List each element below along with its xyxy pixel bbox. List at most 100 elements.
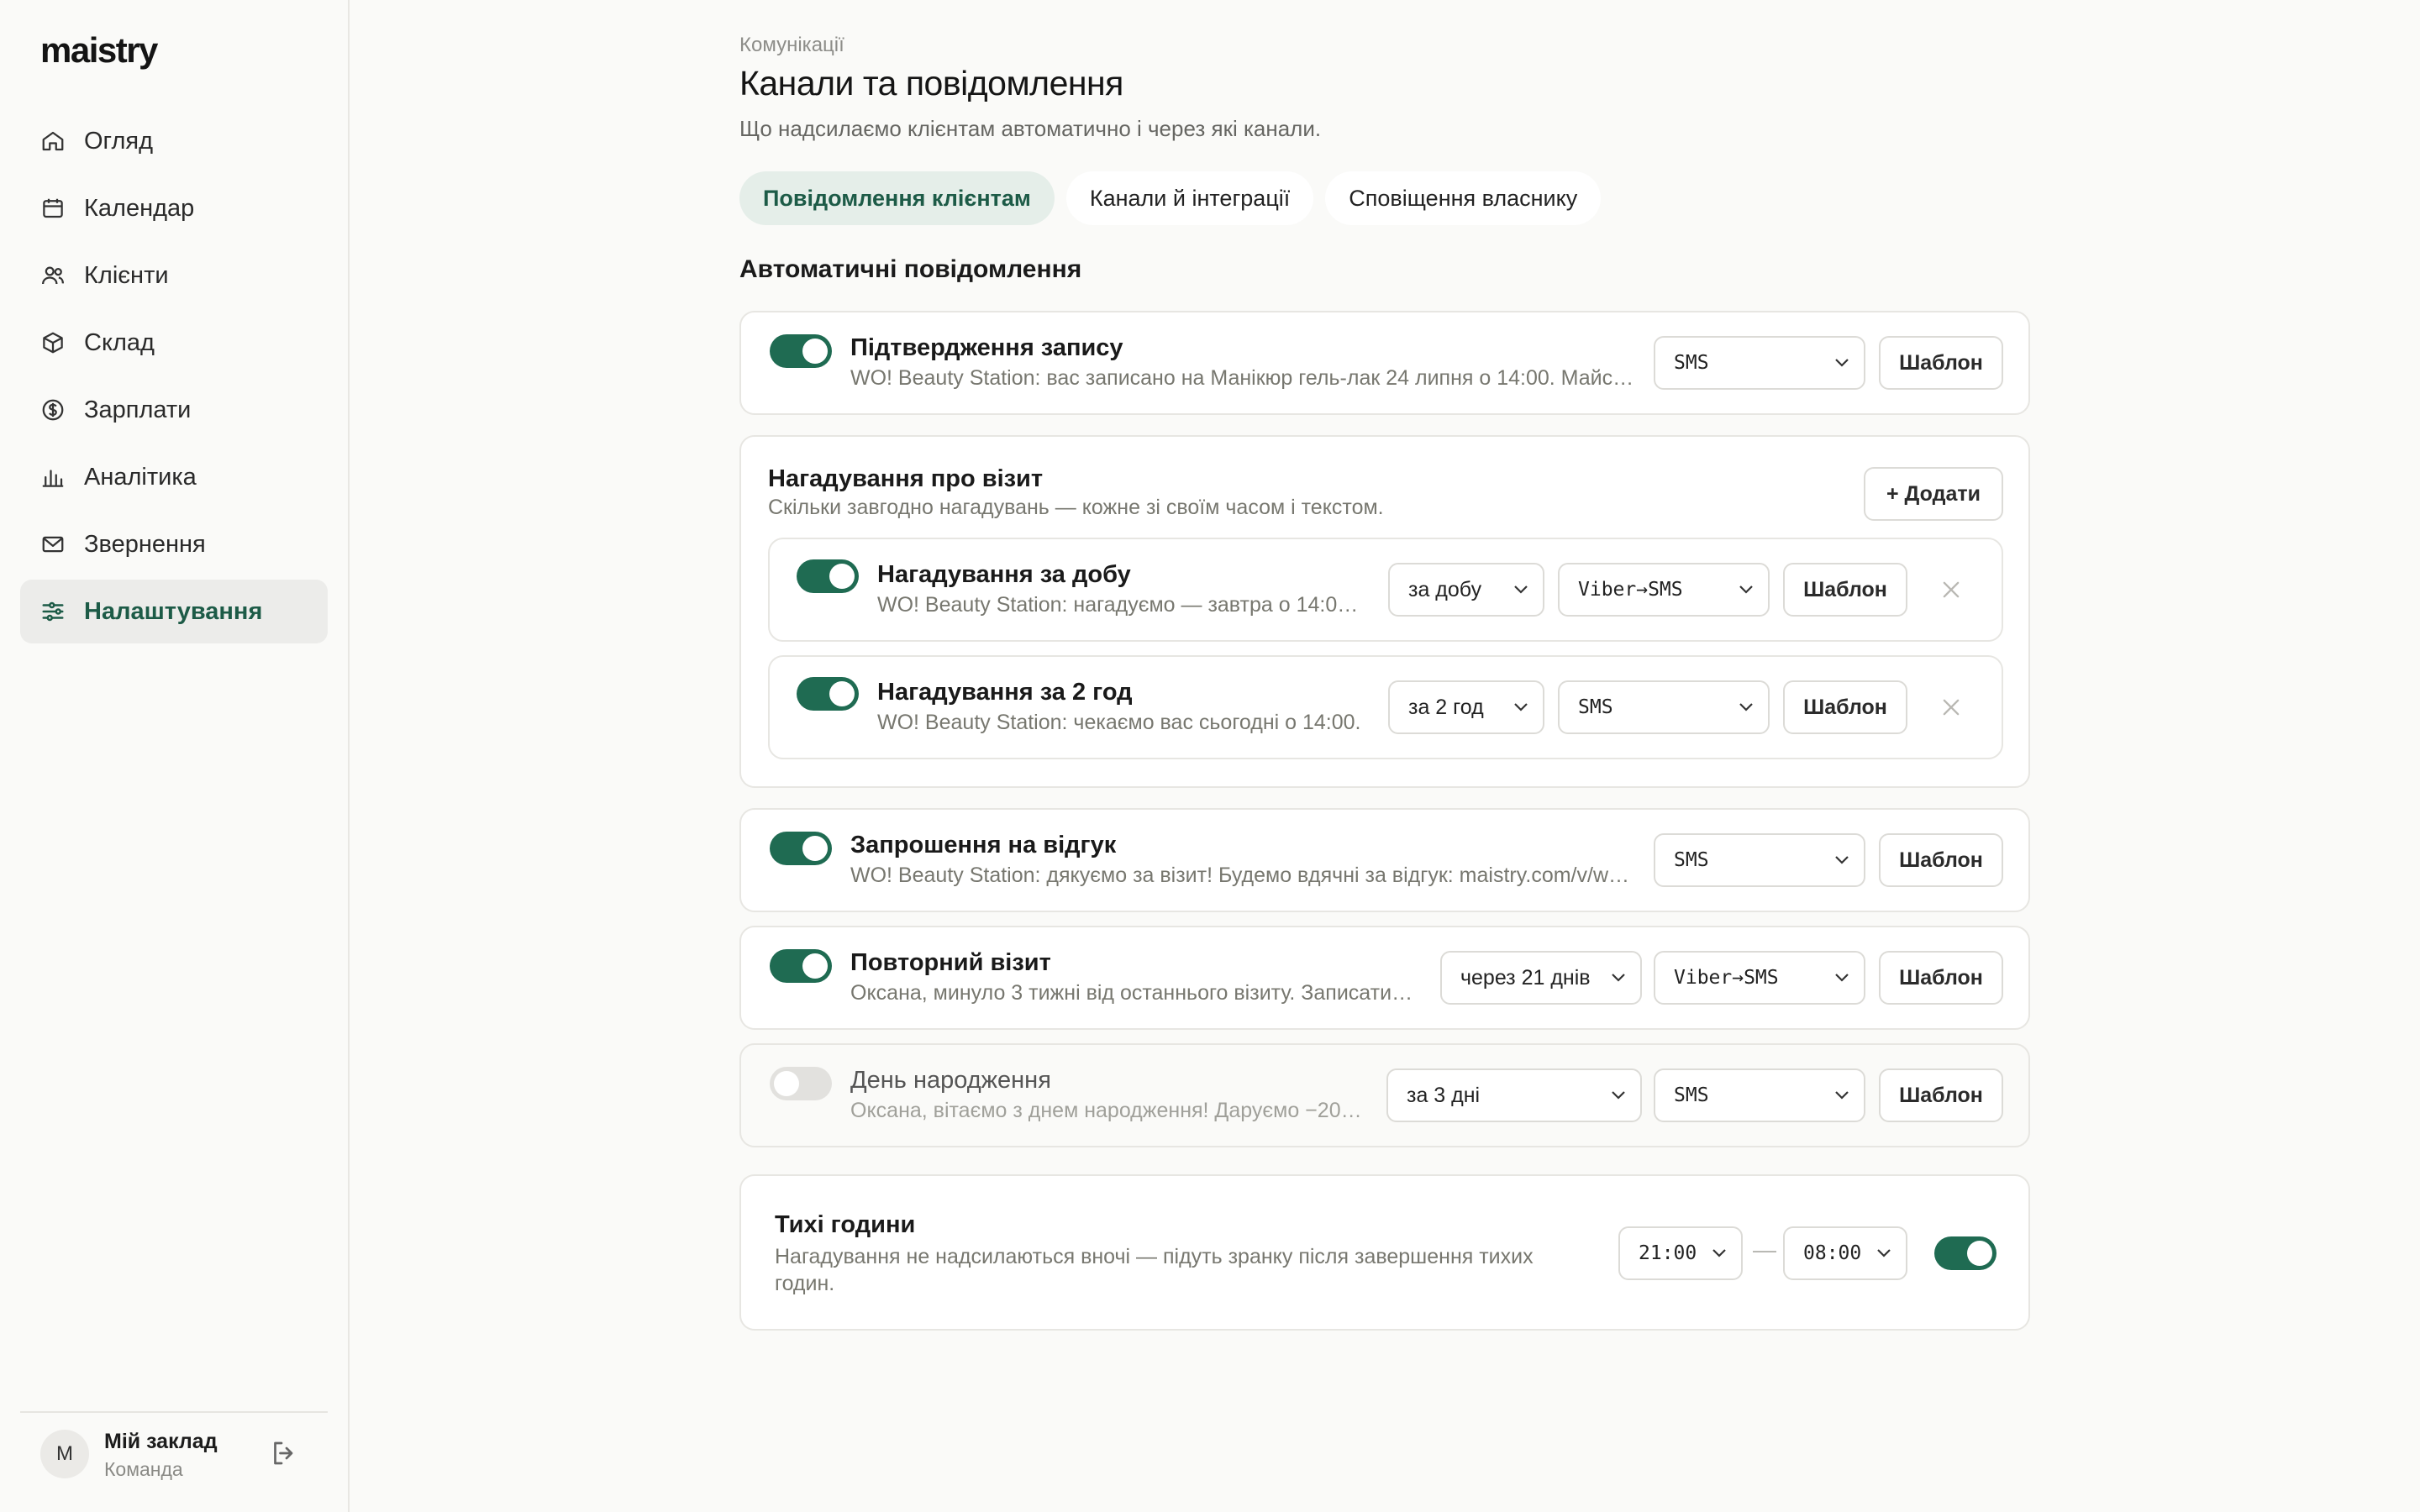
chevron-down-icon <box>1739 585 1753 594</box>
chevron-down-icon <box>1514 703 1528 711</box>
birthday-card: День народження Оксана, вітаємо з днем н… <box>739 1043 2030 1147</box>
home-icon <box>42 131 64 151</box>
confirmation-template-button[interactable]: Шаблон <box>1879 336 2003 390</box>
add-reminder-button[interactable]: + Додати <box>1864 467 2003 521</box>
confirmation-preview: WO! Beauty Station: вас записано на Мані… <box>850 366 1640 390</box>
chevron-down-icon <box>1612 974 1625 982</box>
chevron-down-icon <box>1712 1249 1726 1257</box>
reminder-2h-toggle[interactable] <box>797 677 859 711</box>
reminder-2h-template-button[interactable]: Шаблон <box>1783 680 1907 734</box>
sidebar-nav: Огляд Календар Клієнти Склад Зарплати Ан… <box>20 109 328 647</box>
quiet-hours-card: Тихі години Нагадування не надсилаються … <box>739 1174 2030 1331</box>
select-value: за 3 дні <box>1407 1083 1481 1107</box>
chevron-down-icon <box>1514 585 1528 594</box>
box-icon <box>43 332 63 354</box>
tab-client-messages[interactable]: Повідомлення клієнтам <box>739 171 1055 225</box>
select-value: SMS <box>1674 1084 1709 1106</box>
birthday-preview: Оксана, вітаємо з днем народження! Дарує… <box>850 1099 1363 1122</box>
reminder-day-toggle[interactable] <box>797 559 859 593</box>
reminder-day-timing-select[interactable]: за добу <box>1388 563 1544 617</box>
select-value: за добу <box>1408 577 1482 601</box>
close-icon[interactable] <box>1939 696 1963 719</box>
time-range-separator: — <box>1753 1236 1776 1263</box>
chevron-down-icon <box>1835 856 1849 864</box>
confirmation-title: Підтвердження запису <box>850 334 1123 361</box>
confirmation-card: Підтвердження запису WO! Beauty Station:… <box>739 311 2030 415</box>
sidebar: maistry Огляд Календар Клієнти Склад Зар… <box>0 0 350 1512</box>
birthday-channel-select[interactable]: SMS <box>1654 1068 1865 1122</box>
reminder-day-template-button[interactable]: Шаблон <box>1783 563 1907 617</box>
sidebar-item-settings[interactable]: Налаштування <box>20 580 328 643</box>
birthday-timing-select[interactable]: за 3 дні <box>1386 1068 1642 1122</box>
repeat-visit-timing-select[interactable]: через 21 днів <box>1440 951 1642 1005</box>
reminder-day-card: Нагадування за добу WO! Beauty Station: … <box>768 538 2003 642</box>
section-title: Автоматичні повідомлення <box>739 255 1082 283</box>
chevron-down-icon <box>1739 703 1753 711</box>
confirmation-toggle[interactable] <box>770 334 832 368</box>
calendar-icon <box>43 198 63 218</box>
quiet-hours-to-select[interactable]: 08:00 <box>1783 1226 1907 1280</box>
sidebar-item-label: Звернення <box>84 530 206 558</box>
account-name[interactable]: Мій заклад <box>104 1430 218 1454</box>
select-value: 21:00 <box>1639 1242 1697 1264</box>
sidebar-item-analytics[interactable]: Аналітика <box>20 445 328 509</box>
sliders-icon <box>42 601 64 622</box>
repeat-visit-title: Повторний візит <box>850 949 1051 976</box>
sidebar-item-label: Календар <box>84 194 195 222</box>
logout-icon[interactable] <box>269 1438 299 1468</box>
confirmation-channel-select[interactable]: SMS <box>1654 336 1865 390</box>
repeat-visit-card: Повторний візит Оксана, минуло 3 тижні в… <box>739 926 2030 1030</box>
birthday-title: День народження <box>850 1067 1051 1094</box>
repeat-visit-toggle[interactable] <box>770 949 832 983</box>
sidebar-item-overview[interactable]: Огляд <box>20 109 328 173</box>
select-value: за 2 год <box>1408 695 1484 719</box>
reminders-title: Нагадування про візит <box>768 465 1044 492</box>
sidebar-item-label: Склад <box>84 328 155 356</box>
reminder-2h-card: Нагадування за 2 год WO! Beauty Station:… <box>768 655 2003 759</box>
repeat-visit-template-button[interactable]: Шаблон <box>1879 951 2003 1005</box>
tab-bar: Повідомлення клієнтам Канали й інтеграці… <box>739 171 1602 225</box>
close-icon[interactable] <box>1939 578 1963 601</box>
chart-icon <box>42 470 64 487</box>
select-value: SMS <box>1674 352 1709 374</box>
page-title: Канали та повідомлення <box>739 64 1123 102</box>
quiet-hours-from-select[interactable]: 21:00 <box>1618 1226 1743 1280</box>
quiet-hours-toggle[interactable] <box>1934 1236 1996 1270</box>
chevron-down-icon <box>1835 359 1849 367</box>
tab-channels-integrations[interactable]: Канали й інтеграції <box>1065 171 1314 225</box>
chevron-down-icon <box>1877 1249 1891 1257</box>
sidebar-item-label: Огляд <box>84 127 154 155</box>
reminder-day-preview: WO! Beauty Station: нагадуємо — завтра о… <box>877 593 1361 617</box>
select-value: Viber→SMS <box>1674 967 1779 989</box>
sidebar-item-label: Клієнти <box>84 261 169 289</box>
avatar[interactable]: М <box>40 1430 89 1478</box>
sidebar-item-calendar[interactable]: Календар <box>20 176 328 240</box>
review-toggle[interactable] <box>770 832 832 865</box>
select-value: через 21 днів <box>1460 965 1591 990</box>
account-panel: М Мій заклад Команда <box>20 1411 328 1495</box>
review-channel-select[interactable]: SMS <box>1654 833 1865 887</box>
tab-owner-notifications[interactable]: Сповіщення власнику <box>1325 171 1602 225</box>
sidebar-item-warehouse[interactable]: Склад <box>20 311 328 375</box>
select-value: SMS <box>1674 849 1709 871</box>
quiet-hours-description: Нагадування не надсилаються вночі — піду… <box>775 1245 1534 1295</box>
review-template-button[interactable]: Шаблон <box>1879 833 2003 887</box>
reminder-2h-channel-select[interactable]: SMS <box>1558 680 1770 734</box>
repeat-visit-channel-select[interactable]: Viber→SMS <box>1654 951 1865 1005</box>
select-value: SMS <box>1578 696 1613 718</box>
sidebar-item-requests[interactable]: Звернення <box>20 512 328 576</box>
account-role: Команда <box>104 1458 183 1480</box>
reminder-2h-title: Нагадування за 2 год <box>877 679 1133 706</box>
quiet-hours-title: Тихі години <box>775 1211 916 1238</box>
birthday-toggle[interactable] <box>770 1067 832 1100</box>
select-value: Viber→SMS <box>1578 579 1683 601</box>
users-icon <box>42 266 64 285</box>
birthday-template-button[interactable]: Шаблон <box>1879 1068 2003 1122</box>
breadcrumb[interactable]: Комунікації <box>739 34 844 57</box>
sidebar-item-clients[interactable]: Клієнти <box>20 244 328 307</box>
sidebar-item-label: Зарплати <box>84 396 192 423</box>
reminder-day-channel-select[interactable]: Viber→SMS <box>1558 563 1770 617</box>
app-logo[interactable]: maistry <box>40 30 158 71</box>
reminder-2h-timing-select[interactable]: за 2 год <box>1388 680 1544 734</box>
sidebar-item-salaries[interactable]: Зарплати <box>20 378 328 442</box>
